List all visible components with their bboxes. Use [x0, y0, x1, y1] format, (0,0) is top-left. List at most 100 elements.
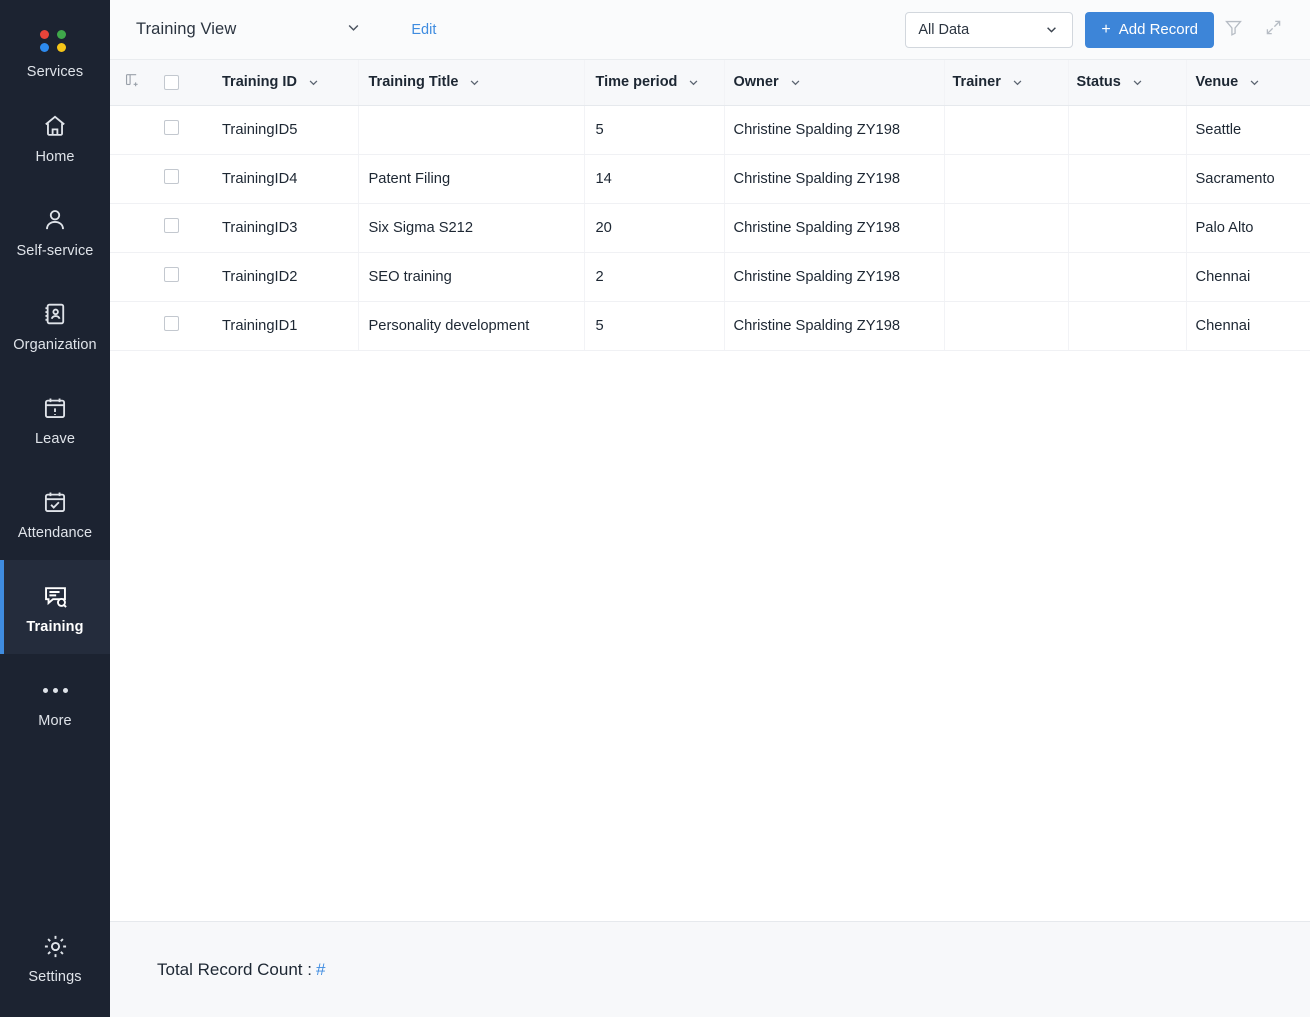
- table-row[interactable]: TrainingID4 Patent Filing 14 Christine S…: [110, 154, 1310, 203]
- column-header-label: Trainer: [953, 74, 1001, 90]
- cell-trainer[interactable]: [944, 154, 1068, 203]
- filter-button[interactable]: [1214, 10, 1254, 50]
- cell-value: Christine Spalding ZY198: [734, 122, 901, 138]
- add-record-button[interactable]: + Add Record: [1085, 12, 1214, 48]
- column-header-label: Time period: [596, 74, 678, 90]
- cell-owner[interactable]: Christine Spalding ZY198: [724, 252, 944, 301]
- sidebar-item-services[interactable]: Services: [0, 14, 110, 90]
- cell-value: TrainingID5: [222, 122, 297, 138]
- records-table: Training ID Training Title: [110, 60, 1310, 351]
- chevron-down-icon[interactable]: [788, 75, 803, 90]
- column-header-time-period[interactable]: Time period: [584, 60, 724, 105]
- row-checkbox[interactable]: [164, 316, 179, 331]
- cell-owner[interactable]: Christine Spalding ZY198: [724, 203, 944, 252]
- cell-training-id[interactable]: TrainingID1: [214, 301, 358, 350]
- row-tools-cell: [110, 203, 156, 252]
- column-header-trainer[interactable]: Trainer: [944, 60, 1068, 105]
- sidebar-item-attendance[interactable]: Attendance: [0, 466, 110, 560]
- user-icon: [42, 203, 68, 237]
- edit-view-link[interactable]: Edit: [411, 22, 436, 38]
- chevron-down-icon[interactable]: [1130, 75, 1145, 90]
- cell-trainer[interactable]: [944, 105, 1068, 154]
- table-row[interactable]: TrainingID2 SEO training 2 Christine Spa…: [110, 252, 1310, 301]
- column-header-owner[interactable]: Owner: [724, 60, 944, 105]
- column-header-venue[interactable]: Venue: [1186, 60, 1310, 105]
- cell-time-period[interactable]: 14: [584, 154, 724, 203]
- expand-button[interactable]: [1254, 10, 1294, 50]
- cell-training-id[interactable]: TrainingID4: [214, 154, 358, 203]
- cell-training-title[interactable]: [358, 105, 584, 154]
- row-select-cell[interactable]: [156, 301, 214, 350]
- cell-training-id[interactable]: TrainingID2: [214, 252, 358, 301]
- data-filter-select[interactable]: All Data: [905, 12, 1073, 48]
- row-select-cell[interactable]: [156, 105, 214, 154]
- cell-training-title[interactable]: Personality development: [358, 301, 584, 350]
- table-row[interactable]: TrainingID5 5 Christine Spalding ZY198 S…: [110, 105, 1310, 154]
- column-header-training-id[interactable]: Training ID: [214, 60, 358, 105]
- cell-status[interactable]: [1068, 154, 1186, 203]
- cell-venue[interactable]: Palo Alto: [1186, 203, 1310, 252]
- row-checkbox[interactable]: [164, 120, 179, 135]
- cell-owner[interactable]: Christine Spalding ZY198: [724, 154, 944, 203]
- column-header-training-title[interactable]: Training Title: [358, 60, 584, 105]
- sidebar-item-label: Organization: [13, 338, 96, 353]
- cell-venue[interactable]: Chennai: [1186, 252, 1310, 301]
- cell-training-title[interactable]: Six Sigma S212: [358, 203, 584, 252]
- sidebar-item-organization[interactable]: Organization: [0, 278, 110, 372]
- add-column-header[interactable]: [110, 60, 156, 105]
- chevron-down-icon[interactable]: [1247, 75, 1262, 90]
- cell-status[interactable]: [1068, 105, 1186, 154]
- row-select-cell[interactable]: [156, 203, 214, 252]
- cell-time-period[interactable]: 20: [584, 203, 724, 252]
- sidebar-item-leave[interactable]: Leave: [0, 372, 110, 466]
- cell-venue[interactable]: Seattle: [1186, 105, 1310, 154]
- sidebar-item-self-service[interactable]: Self-service: [0, 184, 110, 278]
- cell-value: Chennai: [1196, 269, 1251, 285]
- view-toolbar: Training View Edit All Data + Add Record: [110, 0, 1310, 60]
- cell-time-period[interactable]: 2: [584, 252, 724, 301]
- table-body: TrainingID5 5 Christine Spalding ZY198 S…: [110, 105, 1310, 350]
- sidebar-item-label: Services: [27, 65, 83, 80]
- cell-time-period[interactable]: 5: [584, 105, 724, 154]
- cell-value: Sacramento: [1196, 171, 1275, 187]
- cell-venue[interactable]: Sacramento: [1186, 154, 1310, 203]
- sidebar-item-training[interactable]: Training: [0, 560, 110, 654]
- row-select-cell[interactable]: [156, 154, 214, 203]
- records-table-container[interactable]: Training ID Training Title: [110, 60, 1310, 921]
- row-checkbox[interactable]: [164, 218, 179, 233]
- cell-venue[interactable]: Chennai: [1186, 301, 1310, 350]
- chevron-down-icon[interactable]: [1010, 75, 1025, 90]
- sidebar-item-more[interactable]: More: [0, 654, 110, 748]
- row-checkbox[interactable]: [164, 267, 179, 282]
- chevron-down-icon[interactable]: [686, 75, 701, 90]
- cell-value: 2: [596, 269, 604, 285]
- cell-trainer[interactable]: [944, 252, 1068, 301]
- chevron-down-icon[interactable]: [467, 75, 482, 90]
- row-select-cell[interactable]: [156, 252, 214, 301]
- cell-training-title[interactable]: Patent Filing: [358, 154, 584, 203]
- table-row[interactable]: TrainingID3 Six Sigma S212 20 Christine …: [110, 203, 1310, 252]
- view-switcher-dropdown[interactable]: [344, 18, 363, 42]
- select-all-header[interactable]: [156, 60, 214, 105]
- add-column-icon[interactable]: [124, 72, 141, 93]
- cell-time-period[interactable]: 5: [584, 301, 724, 350]
- column-header-status[interactable]: Status: [1068, 60, 1186, 105]
- cell-trainer[interactable]: [944, 301, 1068, 350]
- sidebar-item-home[interactable]: Home: [0, 90, 110, 184]
- cell-training-id[interactable]: TrainingID5: [214, 105, 358, 154]
- cell-owner[interactable]: Christine Spalding ZY198: [724, 105, 944, 154]
- cell-training-title[interactable]: SEO training: [358, 252, 584, 301]
- cell-status[interactable]: [1068, 252, 1186, 301]
- chevron-down-icon[interactable]: [306, 75, 321, 90]
- cell-value: Chennai: [1196, 318, 1251, 334]
- cell-owner[interactable]: Christine Spalding ZY198: [724, 301, 944, 350]
- cell-trainer[interactable]: [944, 203, 1068, 252]
- cell-training-id[interactable]: TrainingID3: [214, 203, 358, 252]
- sidebar-item-settings[interactable]: Settings: [0, 897, 110, 1017]
- row-tools-cell: [110, 154, 156, 203]
- table-row[interactable]: TrainingID1 Personality development 5 Ch…: [110, 301, 1310, 350]
- select-all-checkbox[interactable]: [164, 75, 179, 90]
- cell-status[interactable]: [1068, 301, 1186, 350]
- cell-status[interactable]: [1068, 203, 1186, 252]
- row-checkbox[interactable]: [164, 169, 179, 184]
